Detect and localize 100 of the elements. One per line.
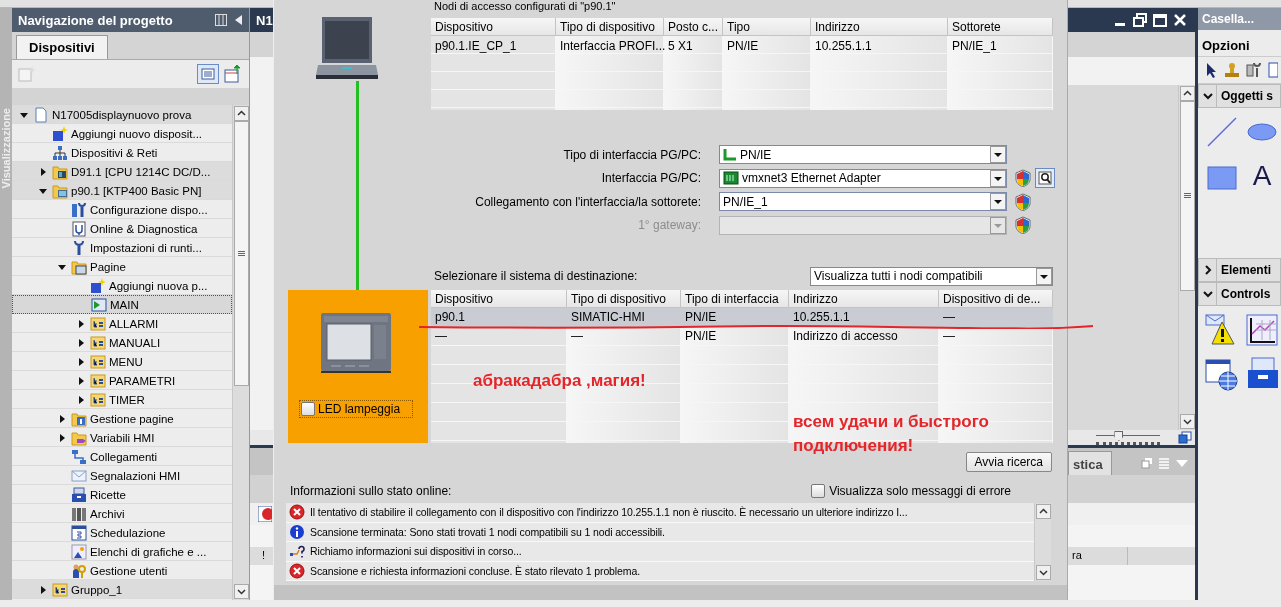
folder-icon	[71, 258, 87, 275]
tree-item[interactable]: Variabili HMI	[12, 428, 232, 447]
scrollbar[interactable]	[1178, 85, 1195, 430]
tree-item[interactable]: MANUALI	[12, 333, 232, 352]
panel-title: Navigazione del progetto	[18, 12, 174, 28]
dropdown-field[interactable]: vmxnet3 Ethernet Adapter	[719, 168, 1007, 188]
tree-item[interactable]: ALLARMI	[12, 314, 232, 333]
trend-chart-icon[interactable]	[1244, 312, 1280, 348]
table-cell-text: Indirizzo di accesso	[792, 329, 899, 344]
checkbox[interactable]	[301, 402, 315, 416]
checkbox-label: Visualizza solo messaggi di errore	[829, 484, 1011, 498]
inspector-tab[interactable]: stica	[1068, 451, 1112, 475]
table-header-cell: Indirizzo	[789, 290, 939, 308]
panel-tab[interactable]: Dispositivi	[16, 35, 108, 59]
network-port-icon	[723, 147, 737, 162]
tree-item[interactable]: Online & Diagnostica	[12, 219, 232, 238]
table-header-cell: Dispositivo di de...	[939, 290, 1053, 308]
tree-item[interactable]: Schedulazione	[12, 523, 232, 542]
tree-item[interactable]: Archivi	[12, 504, 232, 523]
column-header-fragment: !	[261, 548, 266, 563]
folder-icon	[52, 581, 68, 598]
table-row[interactable]: p90.1 SIMATIC-HMI PN/IE 10.255.1.1 —	[431, 308, 1053, 327]
section-header[interactable]: Controls	[1198, 282, 1281, 306]
scrollbar[interactable]	[232, 105, 249, 600]
tree-item[interactable]: Ricette	[12, 485, 232, 504]
checkbox[interactable]	[811, 484, 826, 498]
slider-thumb[interactable]	[1114, 431, 1124, 441]
scroll-down-icon	[1035, 565, 1051, 580]
tree-item[interactable]: Impostazioni di runti...	[12, 238, 232, 257]
collapse-arrow-icon[interactable]	[233, 14, 243, 26]
table-cell: PN/IE	[723, 36, 811, 54]
folder-icon	[71, 410, 87, 427]
panel-title: Casella...	[1202, 12, 1255, 26]
section-header[interactable]: Elementi	[1198, 258, 1281, 282]
tree-item[interactable]: TIMER	[12, 390, 232, 409]
filter-dropdown[interactable]: Visualizza tutti i nodi compatibili	[810, 266, 1053, 286]
user-key-icon	[71, 562, 87, 579]
table-cell-text: SIMATIC-HMI	[570, 310, 646, 325]
field-label: Interfaccia PG/PC:	[600, 171, 702, 186]
tools-icon[interactable]	[1246, 62, 1262, 78]
maximize-icon[interactable]	[1153, 13, 1167, 27]
table-cell-text: —	[942, 310, 956, 325]
chevron-down-icon[interactable]	[1202, 289, 1213, 299]
folder-icon	[90, 353, 106, 370]
magnifier-icon	[1038, 171, 1052, 186]
stamp-icon[interactable]	[1224, 62, 1240, 78]
network-icon	[52, 144, 68, 161]
dropdown-field[interactable]: PN/IE	[719, 145, 1007, 165]
tree-item[interactable]: Gruppo_1	[12, 580, 232, 599]
table-cell-text: p90.1	[434, 310, 467, 325]
section-header[interactable]: Oggetti s	[1198, 84, 1281, 108]
search-button[interactable]: Avvia ricerca	[965, 452, 1052, 472]
chevron-right-icon[interactable]	[1202, 265, 1213, 275]
properties-button[interactable]	[1035, 168, 1055, 189]
chevron-down-icon[interactable]	[1202, 91, 1213, 101]
close-icon[interactable]	[1173, 13, 1187, 27]
table-header-cell: Dispositivo	[431, 290, 567, 308]
document-icon[interactable]	[1268, 62, 1278, 78]
scroll-thumb[interactable]	[1179, 101, 1195, 291]
tree-item[interactable]: MENU	[12, 352, 232, 371]
binders-icon	[71, 505, 87, 522]
error-icon	[258, 506, 272, 522]
table-cell-text: —	[942, 329, 956, 344]
tree-item[interactable]: p90.1 [KTP400 Basic PN]	[12, 181, 232, 200]
text-tool[interactable]: A	[1244, 158, 1280, 194]
browser-globe-icon[interactable]	[1204, 356, 1240, 392]
tree-item[interactable]: Configurazione dispo...	[12, 200, 232, 219]
tree-item[interactable]: Segnalazioni HMI	[12, 466, 232, 485]
folder-icon	[90, 315, 106, 332]
device-query-icon	[289, 543, 305, 560]
section-label: Informazioni sullo stato online:	[290, 484, 452, 498]
message-text: Scansione e richiesta informazioni concluse. È stato rilevato 1 problema.	[310, 564, 641, 577]
tree-item[interactable]: PARAMETRI	[12, 371, 232, 390]
tree-item[interactable]: MAIN	[12, 295, 232, 314]
tree-item[interactable]: Aggiungi nuovo disposit...	[12, 124, 232, 143]
tree-item[interactable]: Elenchi di grafiche e ...	[12, 542, 232, 561]
message-text: Il tentativo di stabilire il collegamento con il dispositivo con l'indirizzo 10.255.1.1 non è riuscito. È necessario un ulteriore indirizzo I...	[310, 506, 908, 519]
tree-item[interactable]: Gestione pagine	[12, 409, 232, 428]
connections-icon	[71, 448, 87, 465]
tree-item[interactable]: N17005displaynuovo prova	[12, 105, 232, 124]
dropdown-field[interactable]: PN/IE_1	[719, 192, 1007, 212]
restore-icon[interactable]	[1133, 13, 1147, 27]
diagnostics-icon	[71, 220, 87, 237]
pointer-icon[interactable]	[1204, 62, 1218, 78]
list-view-icon[interactable]	[197, 64, 219, 84]
recipe-box-icon	[71, 486, 87, 503]
table-row[interactable]: — — PN/IE Indirizzo di accesso —	[431, 327, 1053, 346]
tree-item[interactable]: Pagine	[12, 257, 232, 276]
tree-item[interactable]: D91.1 [CPU 1214C DC/D...	[12, 162, 232, 181]
network-card-icon	[723, 171, 739, 186]
table-refresh-icon[interactable]	[223, 64, 243, 84]
tree-item[interactable]: Collegamenti	[12, 447, 232, 466]
scroll-thumb[interactable]	[233, 121, 249, 386]
zoom-box-icon[interactable]	[1178, 431, 1192, 444]
section-title: Controls	[1221, 287, 1271, 301]
scrollbar[interactable]	[1034, 503, 1051, 581]
message-text: Richiamo informazioni sui dispositivi in corso...	[310, 545, 522, 558]
laptop-icon	[316, 15, 378, 81]
panel-layout-icon[interactable]	[215, 14, 227, 26]
table-cell-text: PN/IE	[684, 310, 718, 325]
